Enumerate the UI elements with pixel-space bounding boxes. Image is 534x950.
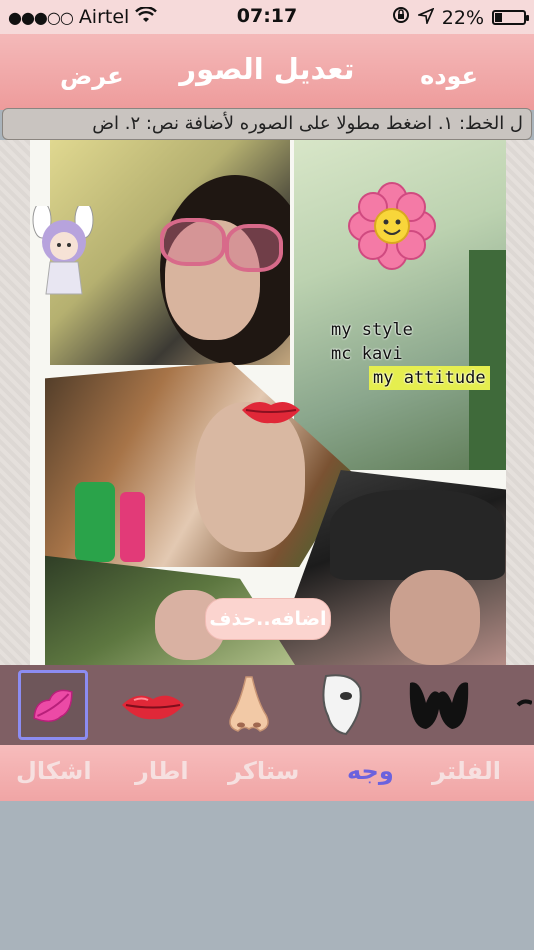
sunglasses-right [225, 224, 283, 272]
text-sticker[interactable]: my style mc kavi my attitude [331, 318, 490, 390]
editing-canvas[interactable]: my style mc kavi my attitude اضافه..حذف [0, 140, 534, 665]
tool-tab-bar: اشكال اطار ستاكر وجه الفلتر [0, 745, 534, 801]
navigation-bar: عرض تعديل الصور عوده [0, 34, 534, 110]
anime-girl-sticker[interactable] [28, 201, 100, 298]
tab-filter[interactable]: الفلتر [432, 757, 501, 785]
bottom-empty-area [0, 801, 534, 950]
sunglasses-left [160, 218, 226, 266]
mustache-icon [409, 682, 469, 729]
tab-stickers[interactable]: ستاكر [228, 757, 299, 785]
tab-face[interactable]: وجه [347, 757, 394, 785]
status-bar: ●●●○○ Airtel 07:17 22% [0, 0, 534, 34]
lips-sticker[interactable] [240, 395, 302, 429]
sticker-red-lips[interactable] [118, 670, 188, 740]
battery-icon [492, 10, 529, 25]
text-sticker-line-2: mc kavi [331, 344, 403, 364]
text-sticker-line-1: my style [331, 320, 413, 340]
photo-collage[interactable]: my style mc kavi my attitude [30, 140, 506, 665]
back-button[interactable]: عوده [420, 62, 478, 90]
instructions-text: ل الخط: ١. اضغط مطولا على الصوره لأضافة … [92, 113, 523, 134]
battery-percent: 22% [441, 6, 484, 29]
sticker-pink-kiss-lips[interactable] [18, 670, 88, 740]
smiley-flower-sticker[interactable] [348, 182, 436, 270]
add-delete-button[interactable]: اضافه..حذف [205, 598, 331, 640]
rotation-lock-icon [392, 6, 410, 29]
partial-icon [516, 699, 532, 707]
sticker-nose[interactable] [214, 670, 284, 740]
pink-kiss-lips-icon [33, 689, 73, 722]
sticker-partial[interactable] [500, 670, 534, 740]
phantom-mask-icon [322, 674, 362, 736]
sticker-mustache[interactable] [404, 670, 474, 740]
sticker-tray[interactable] [0, 665, 534, 745]
instructions-marquee: ل الخط: ١. اضغط مطولا على الصوره لأضافة … [2, 108, 532, 140]
tab-shapes[interactable]: اشكال [16, 757, 92, 785]
text-sticker-line-3: my attitude [369, 366, 490, 390]
tab-frame[interactable]: اطار [135, 757, 189, 785]
location-arrow-icon [415, 6, 435, 29]
red-lips-icon [122, 695, 184, 720]
nose-icon [229, 676, 269, 732]
status-right: 22% [392, 6, 529, 29]
sticker-phantom-mask[interactable] [306, 670, 376, 740]
